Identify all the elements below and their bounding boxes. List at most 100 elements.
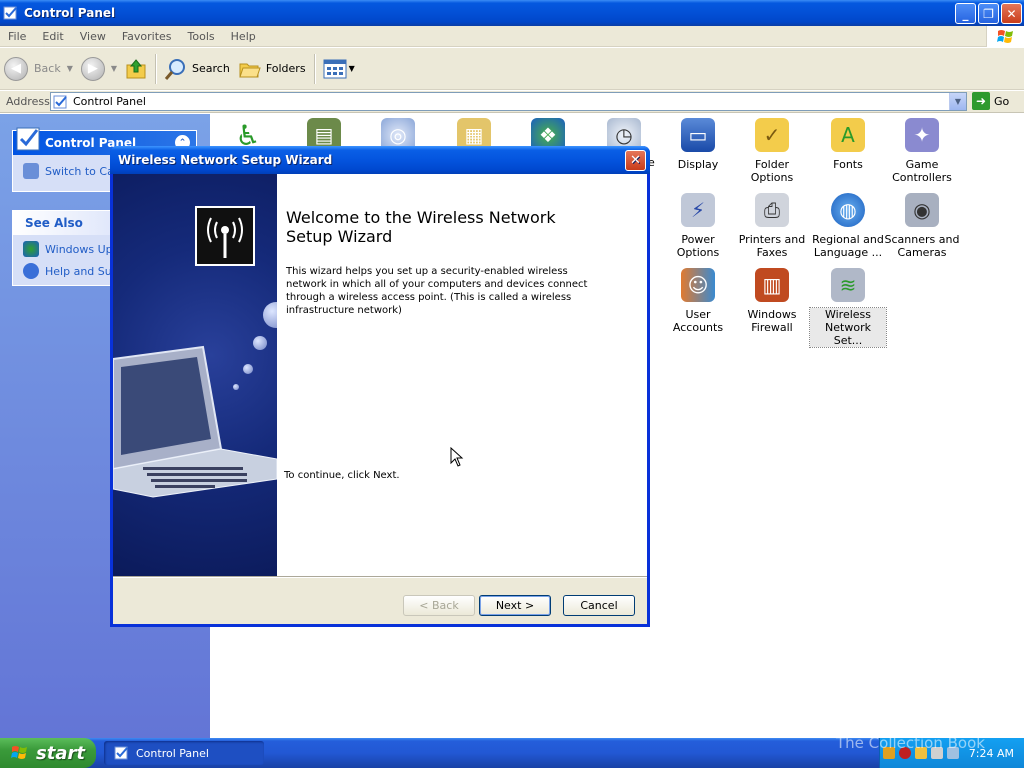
wizard-footer: < Back Next > Cancel [113, 577, 647, 624]
chevron-down-icon: ▼ [348, 64, 355, 73]
switch-link-label: Switch to Cat [45, 164, 119, 178]
up-folder-button[interactable] [121, 52, 151, 86]
printers-faxes-item[interactable]: ⎙ Printers and Faxes [734, 193, 810, 259]
up-folder-icon [126, 58, 146, 78]
restore-button[interactable]: ❐ [978, 3, 999, 24]
start-button[interactable]: start [0, 738, 96, 768]
menu-favorites[interactable]: Favorites [114, 30, 180, 43]
go-label: Go [994, 94, 1010, 108]
control-panel-icon [53, 95, 67, 108]
chevron-down-icon: ▼ [66, 64, 73, 73]
scanners-cameras-label: Scanners and Cameras [884, 233, 960, 259]
wizard-title: Wireless Network Setup Wizard [118, 153, 333, 167]
decorative-bubble [263, 302, 277, 328]
scanners-cameras-item[interactable]: ◉ Scanners and Cameras [884, 193, 960, 259]
power-options-item[interactable]: ⚡ Power Options [660, 193, 736, 259]
game-controllers-item[interactable]: ✦ Game Controllers [884, 118, 960, 184]
cancel-button[interactable]: Cancel [563, 595, 635, 616]
toolbar: ◀ Back ▼ ▶ ▼ Search Folders ▼ [0, 48, 1024, 90]
back-button[interactable]: < Back [403, 595, 475, 616]
switch-view-icon [23, 163, 39, 179]
regional-language-label: Regional and Language ... [812, 233, 884, 259]
minimize-icon: _ [962, 6, 969, 21]
forward-arrow-icon: ▶ [80, 56, 105, 81]
menu-edit[interactable]: Edit [34, 30, 71, 43]
minimize-button[interactable]: _ [955, 3, 976, 24]
wireless-network-setup-item[interactable]: ≋ Wireless Network Set... [809, 268, 887, 348]
wizard-continue-text: To continue, click Next. [284, 470, 400, 481]
views-button[interactable]: ▼ [319, 52, 359, 86]
windows-update-label: Windows Upd [45, 242, 120, 256]
globe-icon: ◍ [831, 193, 865, 227]
taskbar-item-label: Control Panel [136, 746, 209, 760]
search-icon [164, 58, 186, 80]
window-titlebar[interactable]: Control Panel _ ❐ ✕ [0, 0, 1024, 26]
mouse-cursor-icon [450, 447, 464, 467]
menu-file[interactable]: File [0, 30, 34, 43]
views-icon [323, 59, 347, 78]
wizard-description: This wizard helps you set up a security-… [286, 266, 588, 316]
taskbar-control-panel[interactable]: Control Panel [104, 741, 264, 765]
user-accounts-label: User Accounts [672, 308, 724, 334]
camera-icon: ◉ [905, 193, 939, 227]
wizard-heading: Welcome to the Wireless Network Setup Wi… [286, 208, 556, 246]
menu-bar: File Edit View Favorites Tools Help [0, 26, 1024, 47]
folders-label: Folders [265, 62, 306, 75]
go-arrow-icon: ➜ [972, 92, 990, 110]
fonts-item[interactable]: A Fonts [810, 118, 886, 171]
display-label: Display [677, 158, 719, 171]
start-label: start [36, 742, 85, 764]
wizard-side-banner [113, 174, 277, 577]
laptop-illustration [113, 345, 277, 498]
wireless-network-label: Wireless Network Set... [809, 307, 887, 348]
windows-firewall-item[interactable]: ▥ Windows Firewall [734, 268, 810, 334]
printers-faxes-label: Printers and Faxes [738, 233, 806, 259]
wireless-wizard-dialog: Wireless Network Setup Wizard ✕ Welcome … [110, 146, 650, 627]
toolbar-separator [313, 53, 315, 84]
back-arrow-icon: ◀ [4, 56, 28, 81]
wizard-content: Welcome to the Wireless Network Setup Wi… [277, 174, 647, 577]
chevron-down-icon: ▼ [954, 97, 962, 106]
address-dropdown[interactable]: ▼ [949, 93, 966, 110]
close-icon: ✕ [630, 153, 641, 168]
control-panel-icon [3, 6, 17, 20]
help-icon [23, 263, 39, 279]
user-accounts-icon: ☺ [681, 268, 715, 302]
folder-options-item[interactable]: ✓ Folder Options [734, 118, 810, 184]
go-button[interactable]: ➜ Go [972, 92, 1009, 110]
printer-icon: ⎙ [755, 193, 789, 227]
control-panel-icon [114, 746, 128, 760]
address-input[interactable]: Control Panel ▼ [50, 92, 967, 111]
wireless-antenna-icon [195, 206, 255, 266]
regional-language-item[interactable]: ◍ Regional and Language ... [810, 193, 886, 259]
fonts-icon: A [831, 118, 865, 152]
windows-update-icon [23, 241, 39, 257]
wizard-close-button[interactable]: ✕ [625, 150, 646, 171]
help-support-label: Help and Sup [45, 264, 119, 278]
control-panel-large-icon [16, 127, 40, 151]
power-options-icon: ⚡ [681, 193, 715, 227]
windows-logo-icon [986, 26, 1024, 47]
search-label: Search [192, 62, 230, 75]
firewall-icon: ▥ [755, 268, 789, 302]
back-button[interactable]: ◀ Back ▼ [0, 52, 77, 86]
game-controllers-label: Game Controllers [892, 158, 952, 184]
next-button[interactable]: Next > [479, 595, 551, 616]
close-button[interactable]: ✕ [1001, 3, 1022, 24]
chevron-down-icon: ▼ [110, 64, 118, 73]
search-button[interactable]: Search [160, 52, 234, 86]
watermark: The Collection Book [836, 734, 985, 752]
folders-button[interactable]: Folders [234, 52, 310, 86]
menu-view[interactable]: View [72, 30, 114, 43]
menu-tools[interactable]: Tools [180, 30, 223, 43]
wizard-titlebar[interactable]: Wireless Network Setup Wizard ✕ [110, 146, 650, 174]
menu-help[interactable]: Help [223, 30, 264, 43]
user-accounts-item[interactable]: ☺ User Accounts [660, 268, 736, 334]
forward-button[interactable]: ▶ ▼ [77, 52, 121, 86]
display-item[interactable]: ▭ Display [660, 118, 736, 171]
restore-icon: ❐ [983, 6, 994, 21]
address-bar: Address Control Panel ▼ ➜ Go [0, 91, 1024, 113]
fonts-label: Fonts [833, 158, 863, 171]
folder-options-label: Folder Options [750, 158, 794, 184]
back-label: Back [34, 62, 61, 75]
